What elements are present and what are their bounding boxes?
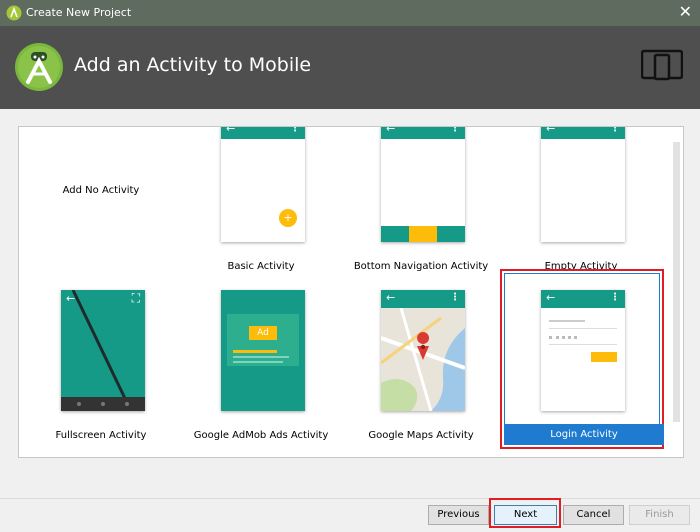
template-no-activity[interactable]: Add No Activity <box>21 127 181 277</box>
template-preview: ← ⋮ + <box>221 126 305 242</box>
bottom-nav-selected-tab <box>409 226 437 242</box>
system-nav-bar <box>61 397 145 411</box>
vertical-scrollbar[interactable] <box>673 142 680 422</box>
template-label: Bottom Navigation Activity <box>353 261 489 272</box>
selection-highlight <box>500 269 664 449</box>
app-bar: ← ⋮ <box>541 126 625 139</box>
diagonal-line <box>71 290 133 411</box>
overflow-menu-icon: ⋮ <box>450 292 460 303</box>
template-admob-activity[interactable]: Ad Google AdMob Ads Activity <box>181 282 341 452</box>
back-arrow-icon: ← <box>226 126 236 135</box>
back-arrow-icon: ← <box>386 291 396 304</box>
map-illustration <box>381 308 465 411</box>
template-label: Fullscreen Activity <box>55 430 147 441</box>
app-bar: ← ⋮ <box>221 126 305 139</box>
template-preview: ← ⋮ <box>381 126 465 242</box>
finish-button: Finish <box>629 505 690 525</box>
devices-icon <box>641 49 683 81</box>
wizard-header: Add an Activity to Mobile <box>0 26 700 109</box>
template-fullscreen-activity[interactable]: ← ⛶ Fullscreen Activity <box>21 282 181 452</box>
template-maps-activity[interactable]: ← ⋮ Google Maps Activity <box>341 282 501 452</box>
overflow-menu-icon: ⋮ <box>610 126 620 134</box>
template-empty-activity[interactable]: ← ⋮ Empty Activity <box>501 127 661 277</box>
template-preview: ← ⋮ <box>541 126 625 242</box>
previous-button[interactable]: Previous <box>428 505 489 525</box>
template-preview: ← ⋮ <box>381 290 465 411</box>
close-icon[interactable]: ✕ <box>679 3 692 21</box>
android-studio-icon <box>6 5 22 21</box>
template-preview: Ad <box>221 290 305 411</box>
overflow-menu-icon: ⋮ <box>290 126 300 134</box>
template-basic-activity[interactable]: ← ⋮ + Basic Activity <box>181 127 341 277</box>
next-button-highlight <box>489 498 561 528</box>
cancel-button[interactable]: Cancel <box>563 505 624 525</box>
bottom-navigation-bar <box>381 226 465 242</box>
template-label: Add No Activity <box>62 185 140 196</box>
app-bar: ← ⋮ <box>381 290 465 308</box>
window-titlebar: Create New Project ✕ <box>0 0 700 26</box>
template-label: Basic Activity <box>227 261 295 272</box>
template-label: Google Maps Activity <box>368 430 474 441</box>
template-label: Login Activity <box>504 424 664 445</box>
app-bar: ← ⋮ <box>381 126 465 139</box>
ad-badge: Ad <box>249 326 277 340</box>
page-title: Add an Activity to Mobile <box>74 54 312 76</box>
template-label: Google AdMob Ads Activity <box>193 430 329 441</box>
template-bottom-navigation-activity[interactable]: ← ⋮ Bottom Navigation Activity <box>341 127 501 277</box>
back-arrow-icon: ← <box>386 126 396 135</box>
back-arrow-icon: ← <box>546 126 556 135</box>
ad-card: Ad <box>227 314 299 366</box>
android-studio-icon <box>15 43 63 91</box>
template-preview: ← ⛶ <box>61 290 145 411</box>
fab-icon: + <box>279 209 297 227</box>
overflow-menu-icon: ⋮ <box>450 126 460 134</box>
window-title: Create New Project <box>26 6 132 19</box>
